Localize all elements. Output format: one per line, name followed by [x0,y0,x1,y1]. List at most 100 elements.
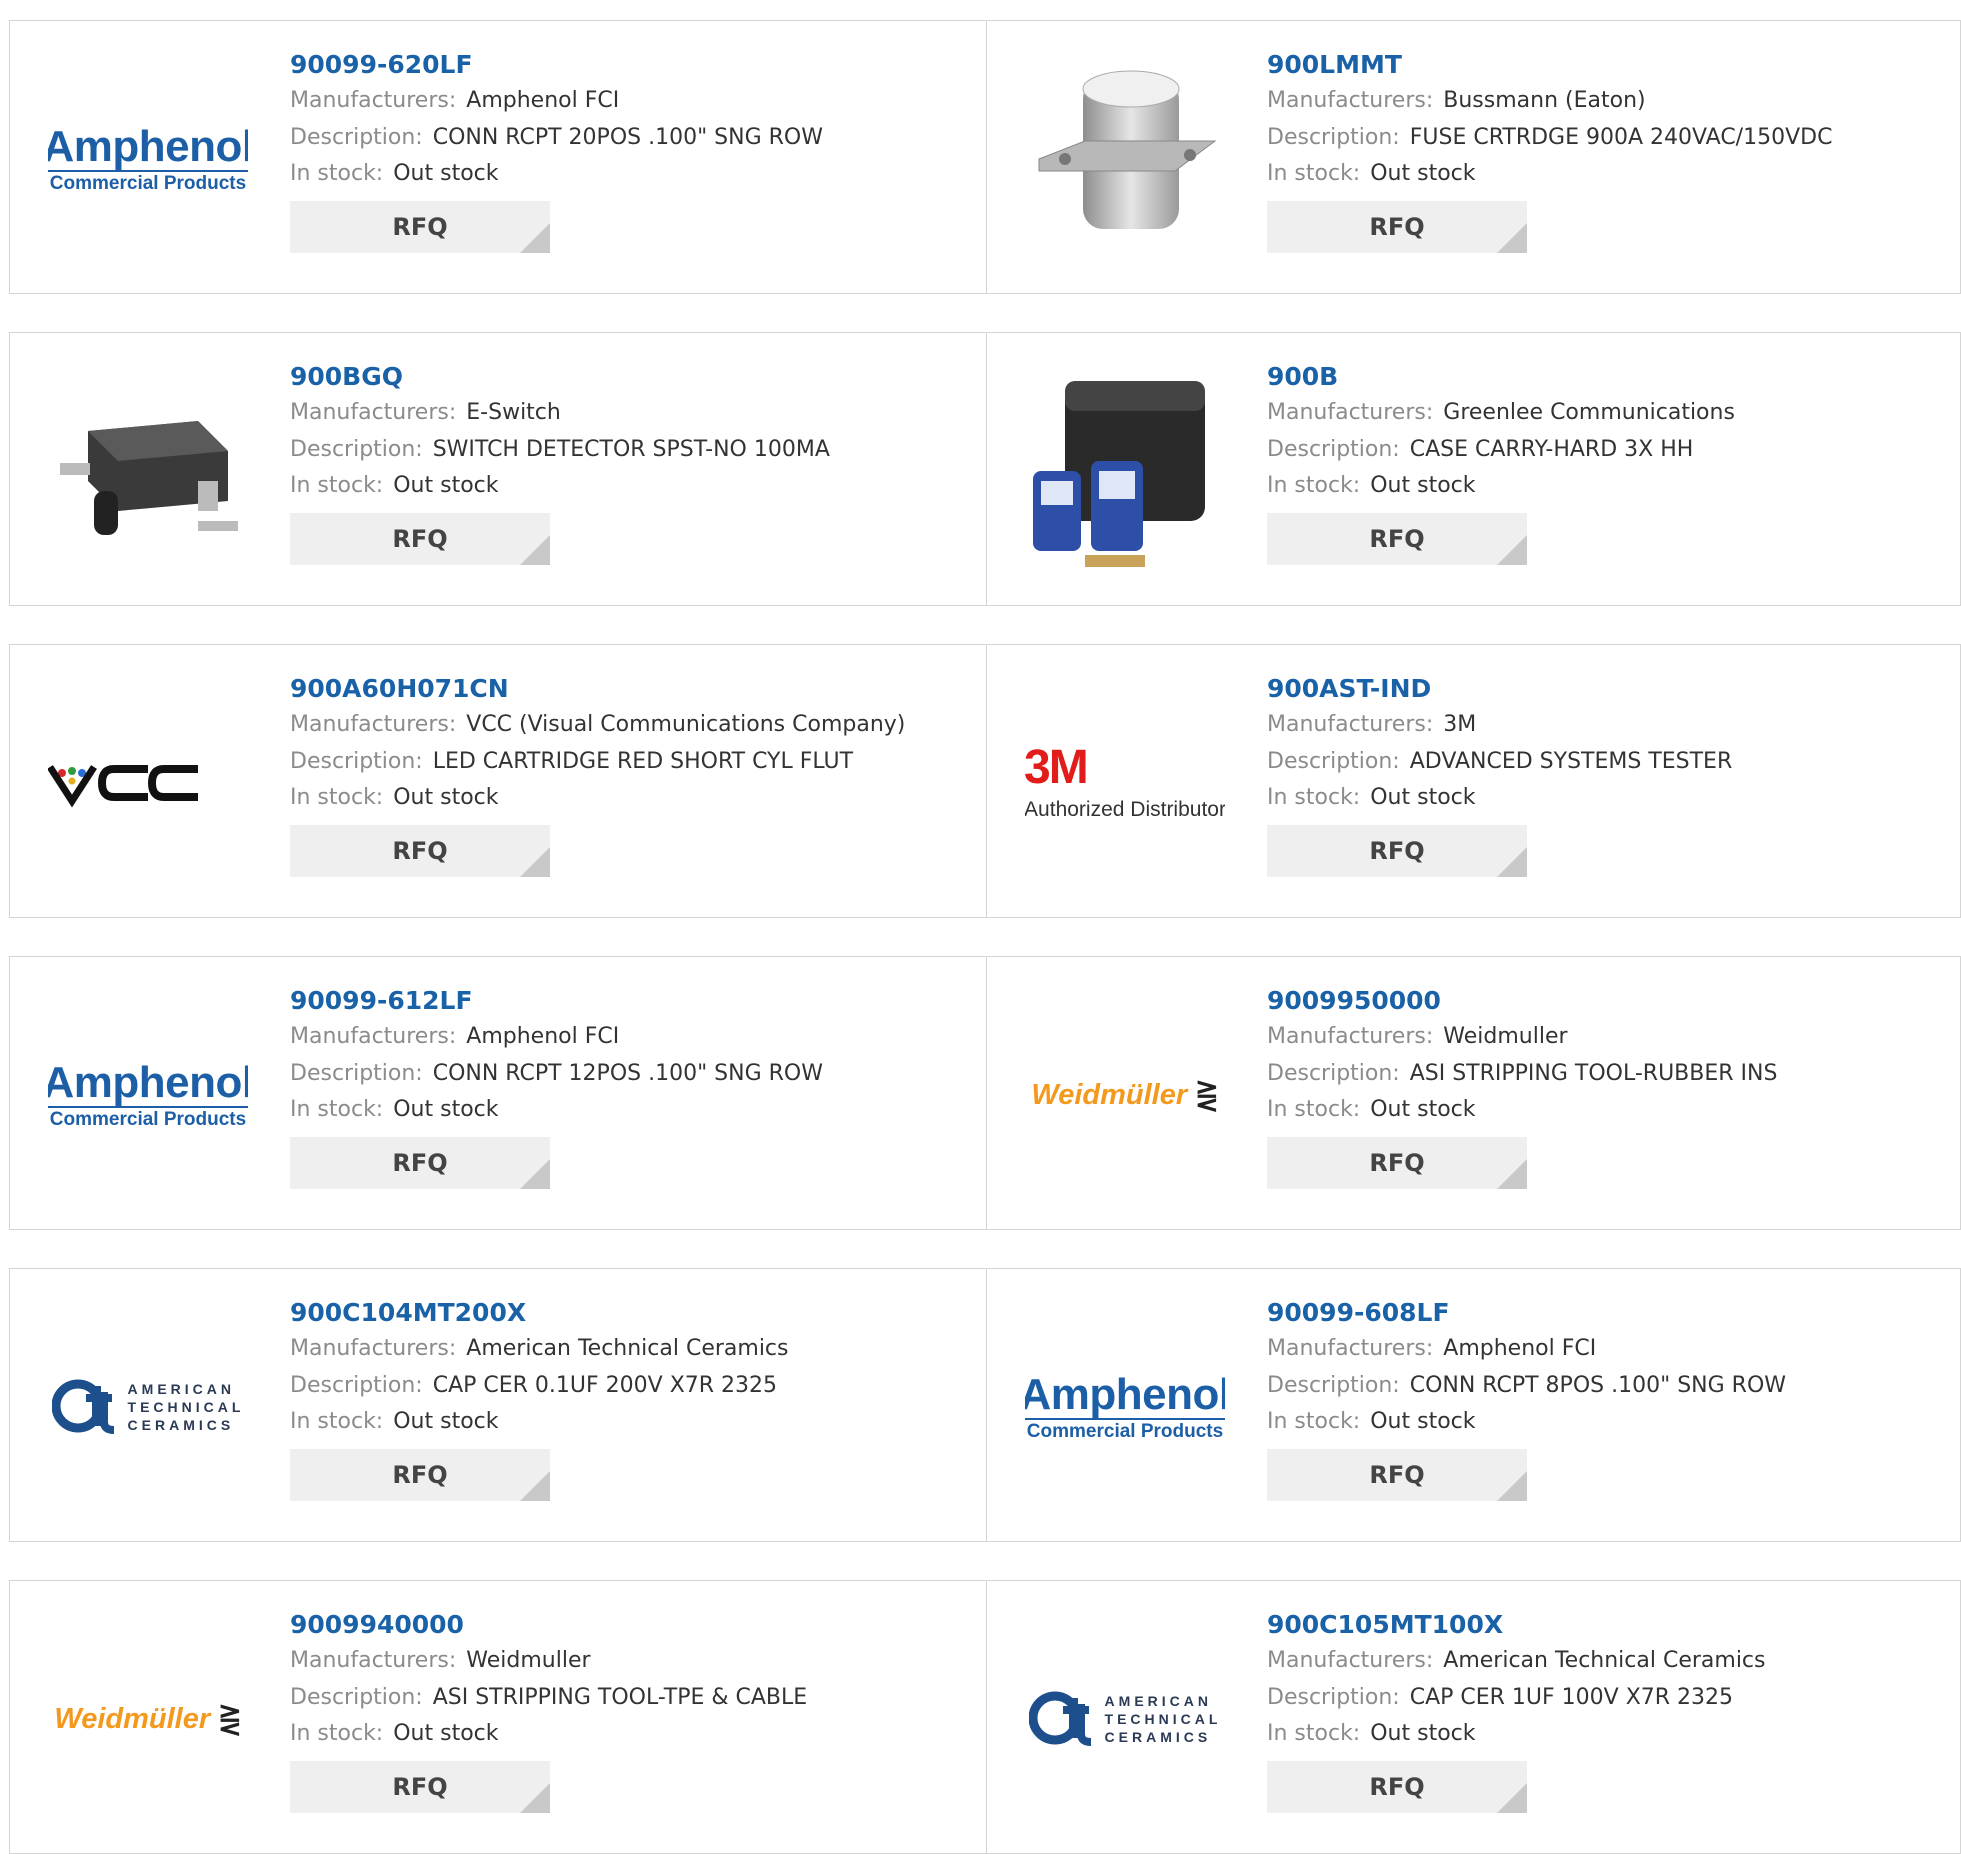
amphenol-logo: Amphenol Commercial Products [48,1061,248,1129]
atc-logo-line1: AMERICAN [1104,1693,1212,1709]
product-card: Weidmüller ⋛ 9009950000 Manufacturers: We… [987,956,1961,1230]
stock-row: In stock: Out stock [1267,1404,1950,1441]
weidmuller-logo-name: Weidmüller [54,1702,211,1735]
product-thumbnail[interactable] [1025,371,1225,571]
product-thumbnail[interactable]: Weidmüller ⋛ [1025,995,1225,1195]
stock-row: In stock: Out stock [290,468,976,505]
description-row: Description: CAP CER 1UF 100V X7R 2325 [1267,1680,1950,1717]
part-number-link[interactable]: 900AST-IND [1267,671,1950,707]
rfq-corner-decoration [1497,1158,1527,1189]
stock-row: In stock: Out stock [1267,156,1950,193]
product-thumbnail[interactable] [1025,59,1225,259]
stock-value: Out stock [393,161,499,186]
description-row: Description: ADVANCED SYSTEMS TESTER [1267,744,1950,781]
part-number-link[interactable]: 90099-620LF [290,47,976,83]
manufacturer-label: Manufacturers: [290,1024,457,1049]
product-thumbnail[interactable]: Weidmüller ⋛ [48,1619,248,1819]
description-row: Description: CONN RCPT 8POS .100" SNG ROW [1267,1368,1950,1405]
description-value: CAP CER 0.1UF 200V X7R 2325 [432,1372,778,1398]
part-number-link[interactable]: 900C105MT100X [1267,1607,1950,1643]
description-row: Description: ASI STRIPPING TOOL-TPE & CAB… [290,1680,976,1717]
rfq-button[interactable]: RFQ [1267,200,1527,253]
manufacturer-row: Manufacturers: Weidmuller [1267,1019,1950,1056]
product-thumbnail[interactable]: Amphenol Commercial Products [1025,1307,1225,1507]
manufacturer-value: Greenlee Communications [1443,400,1735,425]
amphenol-logo-tagline: Commercial Products [49,1109,247,1130]
product-info: 9009950000 Manufacturers: Weidmuller Desc… [1267,983,1950,1189]
product-thumbnail[interactable] [48,371,248,571]
stock-row: In stock: Out stock [290,1716,976,1753]
product-thumbnail[interactable] [48,683,248,883]
rfq-button[interactable]: RFQ [1267,1760,1527,1813]
product-thumbnail[interactable]: AMERICAN TECHNICAL CERAMICS [1025,1619,1225,1819]
product-info: 900B Manufacturers: Greenlee Communicatio… [1267,359,1950,565]
rfq-button[interactable]: RFQ [1267,824,1527,877]
rfq-button[interactable]: RFQ [1267,512,1527,565]
rfq-button[interactable]: RFQ [1267,1448,1527,1501]
part-number-link[interactable]: 90099-608LF [1267,1295,1950,1331]
3m-logo: 3M Authorized Distributor [1025,744,1225,822]
stock-value: Out stock [1370,1097,1476,1122]
part-number-link[interactable]: 900BGQ [290,359,976,395]
part-number-link[interactable]: 900C104MT200X [290,1295,976,1331]
description-value: ASI STRIPPING TOOL-RUBBER INS [1409,1060,1778,1086]
atc-logo-line2: TECHNICAL [1104,1711,1222,1727]
fuse-product-image [1038,70,1217,229]
rfq-corner-decoration [520,222,550,253]
product-info: 90099-608LF Manufacturers: Amphenol FCI D… [1267,1295,1950,1501]
description-value: FUSE CRTRDGE 900A 240VAC/150VDC [1409,124,1833,150]
part-number-link[interactable]: 90099-612LF [290,983,976,1019]
stock-row: In stock: Out stock [1267,1092,1950,1129]
product-thumbnail[interactable]: Amphenol Commercial Products [48,995,248,1195]
stock-value: Out stock [1370,785,1476,810]
atc-logo-line3: CERAMICS [1104,1729,1212,1745]
weidmuller-logo-name: Weidmüller [1031,1078,1188,1111]
rfq-corner-decoration [520,846,550,877]
rfq-button[interactable]: RFQ [290,1136,550,1189]
rfq-button[interactable]: RFQ [290,824,550,877]
part-number-link[interactable]: 900A60H071CN [290,671,976,707]
amphenol-logo-name: Amphenol [48,1061,248,1108]
stock-value: Out stock [393,1409,499,1434]
part-number-link[interactable]: 9009940000 [290,1607,976,1643]
description-value: CASE CARRY-HARD 3X HH [1409,436,1694,462]
stock-row: In stock: Out stock [290,1404,976,1441]
part-number-link[interactable]: 9009950000 [1267,983,1950,1019]
product-info: 900AST-IND Manufacturers: 3M Description:… [1267,671,1950,877]
product-info: 900LMMT Manufacturers: Bussmann (Eaton) D… [1267,47,1950,253]
stock-label: In stock: [1267,1097,1361,1122]
product-card: Amphenol Commercial Products 90099-608LF… [987,1268,1961,1542]
rfq-button[interactable]: RFQ [290,512,550,565]
3m-logo-mark: 3M [1025,741,1089,794]
description-row: Description: LED CARTRIDGE RED SHORT CYL … [290,744,976,781]
manufacturer-value: Amphenol FCI [1443,1336,1597,1361]
product-card: 900B Manufacturers: Greenlee Communicatio… [987,332,1961,606]
rfq-button[interactable]: RFQ [290,1760,550,1813]
description-value: SWITCH DETECTOR SPST-NO 100MA [432,436,830,462]
product-card: Amphenol Commercial Products 90099-620LF… [9,20,987,294]
stock-row: In stock: Out stock [1267,780,1950,817]
manufacturer-row: Manufacturers: Amphenol FCI [290,1019,976,1056]
stock-row: In stock: Out stock [290,780,976,817]
product-thumbnail[interactable]: AMERICAN TECHNICAL CERAMICS [48,1307,248,1507]
rfq-button[interactable]: RFQ [290,200,550,253]
part-number-link[interactable]: 900LMMT [1267,47,1950,83]
product-card: Weidmüller ⋛ 9009940000 Manufacturers: We… [9,1580,987,1854]
product-thumbnail[interactable]: Amphenol Commercial Products [48,59,248,259]
part-number-link[interactable]: 900B [1267,359,1950,395]
amphenol-logo-tagline: Commercial Products [49,173,247,194]
stock-value: Out stock [393,1721,499,1746]
rfq-button[interactable]: RFQ [1267,1136,1527,1189]
rfq-corner-decoration [1497,1470,1527,1501]
description-value: CONN RCPT 8POS .100" SNG ROW [1409,1372,1787,1398]
manufacturer-value: American Technical Ceramics [466,1336,789,1361]
description-value: ASI STRIPPING TOOL-TPE & CABLE [432,1684,808,1710]
stock-value: Out stock [1370,161,1476,186]
rfq-label: RFQ [1369,524,1425,553]
rfq-button[interactable]: RFQ [290,1448,550,1501]
product-thumbnail[interactable]: 3M Authorized Distributor [1025,683,1225,883]
stock-value: Out stock [1370,473,1476,498]
stock-label: In stock: [290,1097,384,1122]
manufacturer-label: Manufacturers: [290,400,457,425]
stock-value: Out stock [393,785,499,810]
